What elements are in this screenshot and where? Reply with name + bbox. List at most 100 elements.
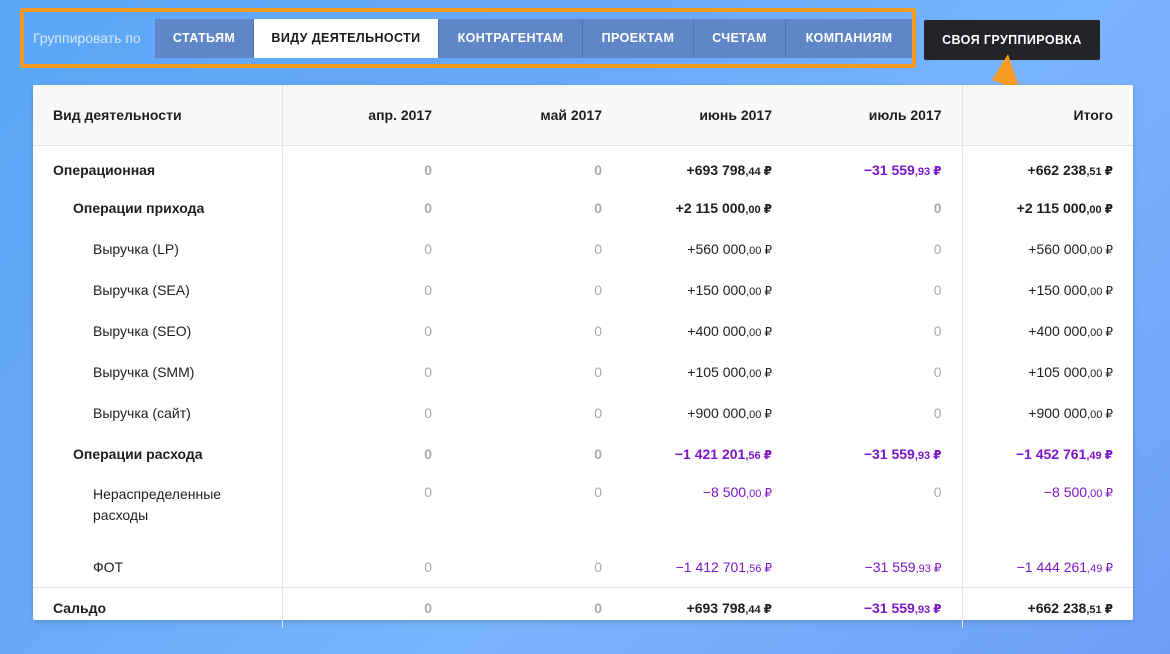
cell-value: −31 559,93 ₽	[792, 433, 962, 474]
cell-value: 0	[452, 474, 622, 546]
cell-value: 0	[792, 474, 962, 546]
cell-amount: +400 000,00	[687, 322, 762, 339]
currency-symbol: ₽	[763, 447, 772, 462]
column-header-jun-2017[interactable]: июнь 2017	[622, 85, 792, 146]
tab-by-activity[interactable]: ВИДУ ДЕЯТЕЛЬНОСТИ	[254, 18, 439, 58]
table-row[interactable]: Выручка (LP) 0 0 +560 000,00 ₽0 +560 000,00 ₽	[33, 228, 1133, 269]
table-row[interactable]: Выручка (SEO) 0 0 +400 000,00 ₽0 +400 000,00 ₽	[33, 310, 1133, 351]
cell-amount: +2 115 000,00	[1016, 199, 1102, 216]
tab-by-articles[interactable]: СТАТЬЯМ	[155, 18, 254, 58]
decimal-part: ,00	[1087, 367, 1103, 380]
cell-amount: +105 000,00	[1028, 363, 1103, 380]
decimal-part: ,00	[1087, 408, 1103, 421]
decimal-part: ,49	[1086, 449, 1102, 462]
row-name[interactable]: ФОТ	[33, 546, 283, 588]
cell-amount: 0	[933, 322, 942, 339]
row-name[interactable]: Выручка (SEO)	[33, 310, 283, 351]
cell-amount: +560 000,00	[1028, 240, 1103, 257]
row-name[interactable]: Выручка (SMM)	[33, 351, 283, 392]
currency-symbol: ₽	[763, 201, 772, 216]
currency-symbol: ₽	[933, 163, 942, 178]
cell-value: 0	[282, 433, 452, 474]
currency-symbol: ₽	[1105, 406, 1113, 421]
cell-amount: −8 500,00	[1043, 484, 1103, 500]
table-row[interactable]: Операции расхода 0 0 −1 421 201,56 ₽ −31 559,…	[33, 433, 1133, 474]
cell-amount: 0	[594, 484, 602, 500]
decimal-part: ,00	[746, 408, 762, 421]
decimal-part: ,49	[1087, 562, 1103, 575]
cell-value: +150 000,00 ₽	[961, 269, 1133, 310]
table-row[interactable]: Операции прихода 0 0 +2 115 000,00 ₽0 +2 115 …	[33, 187, 1133, 228]
cell-value: 0	[452, 392, 622, 433]
cell-value: 0	[792, 228, 962, 269]
decimal-part: ,51	[1086, 165, 1102, 178]
decimal-part: ,00	[746, 285, 762, 298]
table-row[interactable]: Операционная 0 0 +693 798,44 ₽ −31 559,93 ₽ +66…	[33, 145, 1133, 188]
cell-amount: 0	[594, 363, 602, 380]
table-row[interactable]: ФОТ 0 0 −1 412 701,56 ₽ −31 559,93 ₽ −1 444 261…	[33, 546, 1133, 588]
cell-amount: +662 238,51	[1027, 600, 1102, 616]
cell-amount: 0	[424, 281, 432, 298]
cell-value: +150 000,00 ₽	[622, 269, 792, 310]
column-header-apr-2017[interactable]: апр. 2017	[282, 85, 452, 146]
row-name[interactable]: Операционная	[33, 145, 283, 187]
column-header-may-2017[interactable]: май 2017	[452, 85, 622, 146]
cell-amount: −31 559,93	[863, 445, 931, 462]
cell-value: +900 000,00 ₽	[961, 392, 1133, 433]
cell-value: +662 238,51 ₽	[961, 587, 1133, 628]
cell-amount: +105 000,00	[687, 363, 762, 380]
decimal-part: ,93	[915, 562, 931, 575]
row-name[interactable]: Сальдо	[33, 587, 283, 628]
cell-value: +662 238,51 ₽	[961, 145, 1133, 187]
currency-symbol: ₽	[1105, 486, 1113, 500]
cell-amount: 0	[424, 484, 432, 500]
decimal-part: ,56	[746, 562, 762, 575]
table-row[interactable]: Сальдо 0 0 +693 798,44 ₽ −31 559,93 ₽ +662 238,…	[33, 587, 1133, 628]
row-name[interactable]: Выручка (сайт)	[33, 392, 283, 433]
cell-amount: 0	[424, 199, 432, 216]
grouping-tabs: СТАТЬЯМ ВИДУ ДЕЯТЕЛЬНОСТИ КОНТРАГЕНТАМ П…	[155, 18, 912, 58]
cell-amount: −31 559,93	[863, 600, 931, 616]
currency-symbol: ₽	[1104, 201, 1113, 216]
cell-amount: 0	[424, 363, 432, 380]
cell-amount: 0	[933, 363, 942, 380]
currency-symbol: ₽	[933, 447, 942, 462]
cell-amount: 0	[424, 161, 432, 178]
column-header-activity[interactable]: Вид деятельности	[33, 85, 283, 146]
decimal-part: ,51	[1086, 604, 1102, 616]
cell-amount: −31 559,93	[864, 558, 931, 575]
row-name[interactable]: Нераспределенные расходы	[33, 474, 283, 546]
table-row[interactable]: Выручка (сайт) 0 0 +900 000,00 ₽0 +900 000,00…	[33, 392, 1133, 433]
cell-value: +693 798,44 ₽	[622, 146, 792, 188]
tab-by-counterparties[interactable]: КОНТРАГЕНТАМ	[439, 18, 583, 58]
currency-symbol: ₽	[1105, 242, 1113, 257]
decimal-part: ,56	[745, 449, 761, 462]
currency-symbol: ₽	[763, 602, 772, 616]
tab-by-projects[interactable]: ПРОЕКТАМ	[583, 18, 694, 58]
cell-amount: +900 000,00	[687, 404, 762, 421]
cell-amount: −8 500,00	[702, 484, 762, 500]
cell-amount: +150 000,00	[687, 281, 762, 298]
column-header-total[interactable]: Итого	[961, 85, 1133, 146]
cell-amount: 0	[424, 322, 432, 339]
row-name[interactable]: Операции прихода	[33, 187, 283, 228]
table-row[interactable]: Выручка (SMM) 0 0 +105 000,00 ₽0 +105 000,00 ₽	[33, 351, 1133, 392]
table-row[interactable]: Нераспределенные расходы 0 0 −8 500,00 ₽0 −8 …	[33, 474, 1133, 546]
custom-grouping-button[interactable]: СВОЯ ГРУППИРОВКА	[924, 20, 1100, 60]
cell-amount: 0	[594, 240, 602, 257]
cell-value: 0	[282, 187, 452, 228]
cell-amount: +900 000,00	[1028, 404, 1103, 421]
row-name[interactable]: Выручка (LP)	[33, 228, 283, 269]
row-name[interactable]: Операции расхода	[33, 433, 283, 474]
tab-by-companies[interactable]: КОМПАНИЯМ	[786, 18, 912, 58]
column-header-jul-2017[interactable]: июль 2017	[792, 85, 962, 146]
cell-amount: 0	[424, 600, 432, 616]
decimal-part: ,44	[745, 604, 761, 616]
table-row[interactable]: Выручка (SEA) 0 0 +150 000,00 ₽0 +150 000,00 ₽	[33, 269, 1133, 310]
cell-value: +2 115 000,00 ₽	[622, 187, 792, 228]
cell-value: +560 000,00 ₽	[622, 228, 792, 269]
tab-by-accounts[interactable]: СЧЕТАМ	[694, 18, 786, 58]
cell-amount: 0	[594, 322, 602, 339]
row-name[interactable]: Выручка (SEA)	[33, 269, 283, 310]
cell-amount: +400 000,00	[1028, 322, 1103, 339]
